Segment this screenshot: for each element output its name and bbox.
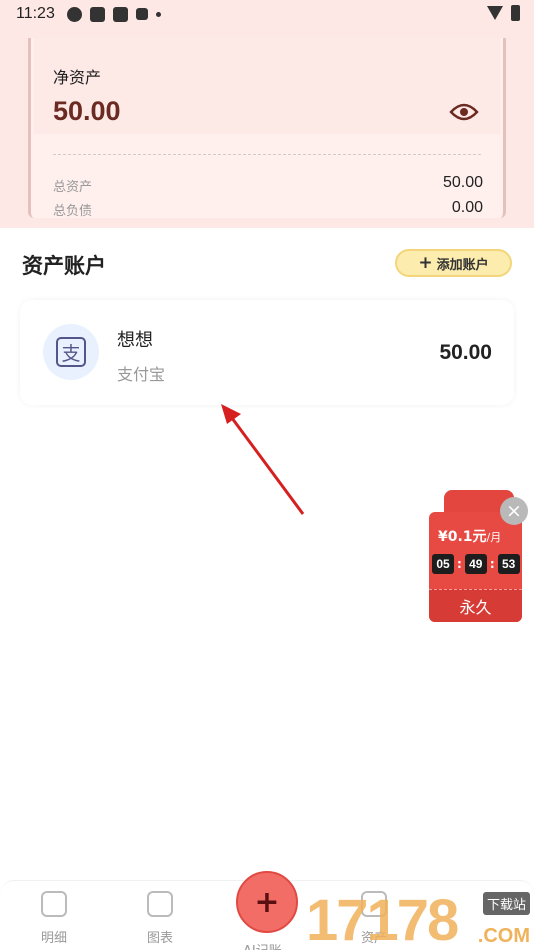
account-name: 想想: [117, 330, 153, 351]
add-record-button[interactable]: +: [236, 871, 298, 933]
total-assets-value: 50.00: [442, 174, 483, 191]
plus-icon: +: [418, 252, 433, 273]
account-icon-wrap: 支: [43, 324, 99, 380]
total-liabilities-label: 总负债: [53, 204, 93, 219]
nav-item-detail[interactable]: 明细: [24, 891, 84, 946]
account-type: 支付宝: [117, 365, 166, 384]
status-time: 11:23: [16, 5, 55, 22]
add-icon: +: [254, 884, 280, 920]
countdown-minutes: 49: [464, 554, 487, 574]
nav-label-detail: 明细: [40, 931, 67, 946]
alipay-icon: 支: [56, 337, 86, 367]
watermark-number: 17178: [306, 888, 459, 950]
promo-widget[interactable]: ¥0.1元/月 05 : 49 : 53 永久 ×: [424, 488, 530, 624]
total-assets-label: 总资产: [53, 180, 93, 195]
annotation-arrow: [221, 404, 305, 515]
status-right: [487, 5, 520, 21]
promo-price: ¥0.1元/月: [438, 529, 502, 545]
net-asset-value: 50.00: [53, 96, 121, 126]
countdown-seconds: 53: [497, 554, 520, 574]
eye-icon[interactable]: [449, 102, 479, 122]
watermark: 17178 下载站 .COM: [306, 886, 534, 950]
net-asset-label: 净资产: [53, 68, 102, 87]
net-asset-card: 净资产 50.00 总资产 50.00 总负债 0.00: [28, 38, 506, 219]
status-icons: [66, 6, 161, 22]
dot-icon: [155, 11, 161, 17]
add-account-label: 添加账户: [436, 257, 489, 273]
nav-label-chart: 图表: [146, 931, 173, 946]
battery-icon: [511, 5, 520, 21]
a-icon: [135, 8, 148, 20]
account-amount: 50.00: [439, 341, 492, 364]
countdown: 05 : 49 : 53: [432, 554, 520, 574]
detail-icon: [41, 891, 67, 917]
chart-icon: [147, 891, 173, 917]
add-account-button[interactable]: + 添加账户: [395, 249, 512, 277]
app-icon: [112, 6, 128, 22]
watermark-suffix: .COM: [477, 925, 530, 947]
watermark-tag: 下载站: [482, 892, 530, 915]
account-card[interactable]: 支 想想 支付宝 50.00: [20, 300, 514, 405]
promo-button[interactable]: 永久: [429, 589, 522, 622]
section-title: 资产账户: [22, 254, 106, 278]
fab-label: AI记账: [243, 940, 282, 950]
wifi-icon: [487, 6, 503, 20]
close-icon[interactable]: ×: [500, 497, 528, 525]
total-liabilities-value: 0.00: [451, 199, 483, 216]
sync-icon: [66, 6, 82, 22]
countdown-hours: 05: [432, 554, 454, 574]
divider: [53, 154, 481, 155]
nav-item-chart[interactable]: 图表: [130, 891, 190, 946]
android-icon: [89, 6, 105, 22]
status-bar: 11:23: [0, 0, 534, 28]
